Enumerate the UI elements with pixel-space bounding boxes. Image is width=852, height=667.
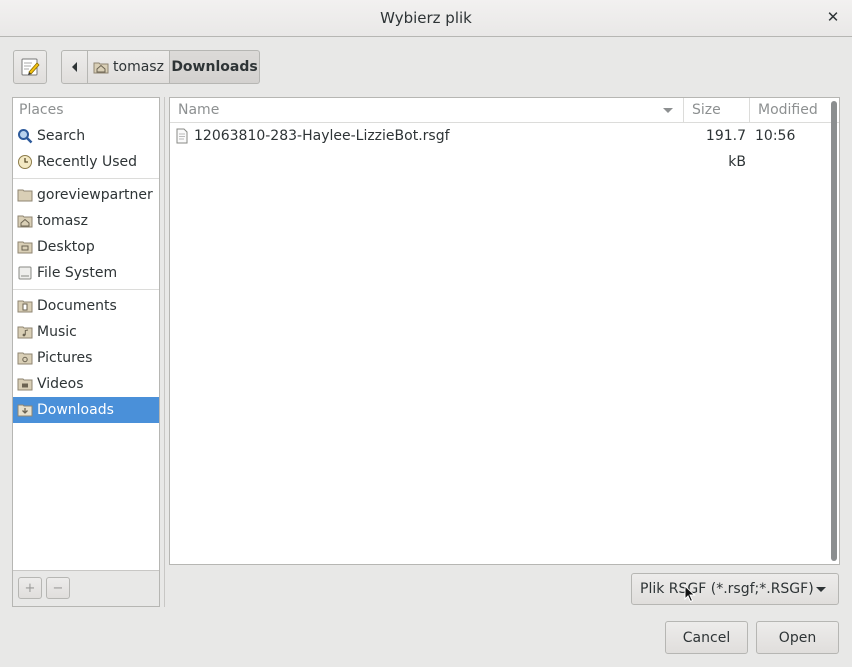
videos-folder-icon [17, 376, 33, 392]
cancel-button[interactable]: Cancel [665, 621, 748, 654]
chevron-down-icon [816, 587, 826, 592]
minus-icon: − [52, 580, 64, 596]
column-name-label: Name [178, 102, 220, 118]
file-name-cell: 12063810-283-Haylee-LizzieBot.rsgf [174, 123, 450, 149]
add-bookmark-button[interactable]: + [18, 577, 42, 599]
home-folder-icon [93, 62, 109, 74]
sidebar-item-label: File System [37, 265, 118, 281]
sidebar-separator [13, 178, 159, 179]
sidebar-item-goreviewpartner[interactable]: goreviewpartner [13, 182, 159, 208]
table-row[interactable]: 12063810-283-Haylee-LizzieBot.rsgf 191.7… [170, 123, 828, 170]
desktop-folder-icon [17, 239, 33, 255]
sidebar-item-label: Videos [37, 376, 84, 392]
folder-icon [17, 187, 33, 203]
sidebar-item-label: Documents [37, 298, 117, 314]
sidebar-toolbar: + − [13, 570, 159, 606]
sidebar-separator [13, 289, 159, 290]
column-header-size[interactable]: Size [684, 98, 750, 123]
sidebar-item-videos[interactable]: Videos [13, 371, 159, 397]
sidebar-item-music[interactable]: Music [13, 319, 159, 345]
edit-pencil-icon [21, 58, 40, 76]
filter-selected-value: Plik RSGF (*.rsgf;*.RSGF) [640, 581, 814, 597]
sort-descending-icon [663, 108, 673, 113]
sidebar-item-documents[interactable]: Documents [13, 293, 159, 319]
file-name: 12063810-283-Haylee-LizzieBot.rsgf [194, 128, 450, 144]
sidebar-item-label: Music [37, 324, 77, 340]
column-modified-label: Modified [758, 102, 818, 118]
sidebar-item-label: Search [37, 128, 86, 144]
vertical-scrollbar[interactable] [831, 101, 837, 561]
chevron-left-icon [71, 62, 77, 72]
sidebar-item-label: Desktop [37, 239, 95, 255]
title-bar: Wybierz plik ✕ [0, 0, 852, 37]
search-icon [17, 128, 33, 144]
open-button[interactable]: Open [756, 621, 839, 654]
file-modified: 10:56 [755, 128, 796, 144]
sidebar-item-label: Pictures [37, 350, 93, 366]
type-location-button[interactable] [13, 50, 47, 84]
home-folder-icon [17, 213, 33, 229]
sidebar-item-file-system[interactable]: File System [13, 260, 159, 286]
documents-folder-icon [17, 298, 33, 314]
sidebar-item-tomasz[interactable]: tomasz [13, 208, 159, 234]
file-list: Name Size Modified 12063810-283-Haylee-L… [169, 97, 840, 565]
close-icon[interactable]: ✕ [824, 8, 842, 26]
crumb-downloads-button[interactable]: Downloads [170, 50, 260, 84]
sidebar-item-pictures[interactable]: Pictures [13, 345, 159, 371]
sidebar-item-search[interactable]: Search [13, 123, 159, 149]
path-back-button[interactable] [61, 50, 88, 84]
sidebar-item-label: tomasz [37, 213, 88, 229]
crumb-home-label: tomasz [113, 59, 164, 75]
column-size-label: Size [692, 102, 721, 118]
sidebar-item-label: Downloads [37, 402, 114, 418]
plus-icon: + [24, 580, 36, 596]
crumb-home-button[interactable]: tomasz [88, 50, 170, 84]
crumb-downloads-label: Downloads [171, 59, 258, 75]
recent-clock-icon [17, 154, 33, 170]
sidebar-item-downloads[interactable]: Downloads [13, 397, 159, 423]
sidebar-item-recently-used[interactable]: Recently Used [13, 149, 159, 175]
column-header-row: Name Size Modified [170, 98, 839, 123]
window-title: Wybierz plik [380, 9, 472, 27]
sidebar-item-label: goreviewpartner [37, 187, 153, 203]
document-icon [174, 128, 190, 144]
music-folder-icon [17, 324, 33, 340]
downloads-folder-icon [17, 402, 33, 418]
drive-icon [17, 265, 33, 281]
remove-bookmark-button[interactable]: − [46, 577, 70, 599]
places-sidebar: Places Search Recently Used goreviewpart… [12, 97, 160, 607]
pane-separator[interactable] [164, 97, 165, 607]
column-header-name[interactable]: Name [170, 98, 684, 123]
pictures-folder-icon [17, 350, 33, 366]
file-size: 191.7 kB [705, 128, 746, 170]
sidebar-item-label: Recently Used [37, 154, 138, 170]
mouse-pointer-icon [684, 585, 696, 603]
column-header-modified[interactable]: Modified [750, 98, 828, 123]
places-header: Places [19, 102, 64, 118]
sidebar-item-desktop[interactable]: Desktop [13, 234, 159, 260]
file-type-filter-select[interactable]: Plik RSGF (*.rsgf;*.RSGF) [631, 573, 839, 605]
